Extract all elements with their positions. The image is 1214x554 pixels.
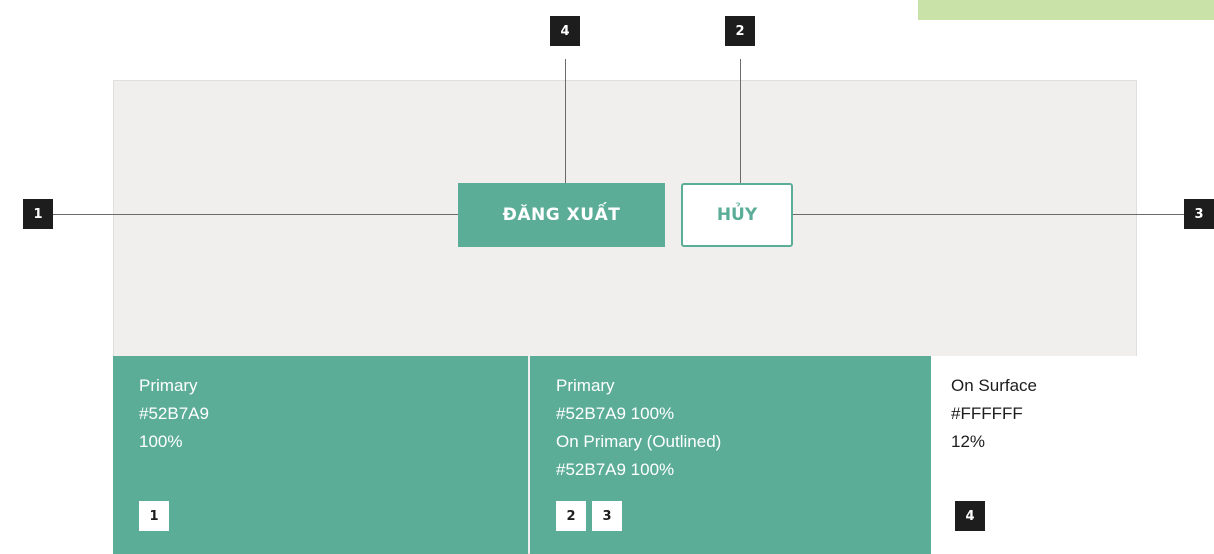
- spec-chip: 3: [592, 501, 622, 531]
- spec-line: #52B7A9 100%: [556, 460, 675, 479]
- spec-line: #FFFFFF: [951, 404, 1023, 423]
- spec-chip: 4: [955, 501, 985, 531]
- leader-line-top-right: [740, 59, 741, 198]
- spec-text: On Surface #FFFFFF 12%: [951, 372, 1037, 456]
- spec-panel-on-surface: On Surface #FFFFFF 12% 4: [931, 356, 1137, 554]
- spec-line: 12%: [951, 432, 986, 451]
- leader-line-right: [793, 214, 1185, 215]
- spec-line: Primary: [139, 376, 198, 395]
- spec-line: On Primary (Outlined): [556, 432, 722, 451]
- spec-line: 100%: [139, 432, 183, 451]
- logout-button[interactable]: ĐĂNG XUẤT: [458, 183, 665, 247]
- callout-badge-left: 1: [23, 199, 53, 229]
- spec-chip: 1: [139, 501, 169, 531]
- leader-line-left: [53, 214, 458, 215]
- spec-line: Primary: [556, 376, 615, 395]
- cancel-button[interactable]: HỦY: [681, 183, 793, 247]
- spec-panel-outlined: Primary #52B7A9 100% On Primary (Outline…: [530, 356, 931, 554]
- spec-panel-primary: Primary #52B7A9 100% 1: [113, 356, 528, 554]
- spec-line: On Surface: [951, 376, 1037, 395]
- spec-chip: 2: [556, 501, 586, 531]
- accent-tag: [918, 0, 1214, 20]
- leader-line-top-left: [565, 59, 566, 198]
- callout-badge-top-right: 2: [725, 16, 755, 46]
- spec-text: Primary #52B7A9 100% On Primary (Outline…: [556, 372, 721, 484]
- callout-badge-right: 3: [1184, 199, 1214, 229]
- spec-line: #52B7A9: [139, 404, 209, 423]
- spec-line: #52B7A9 100%: [556, 404, 675, 423]
- spec-text: Primary #52B7A9 100%: [139, 372, 209, 456]
- callout-badge-top-left: 4: [550, 16, 580, 46]
